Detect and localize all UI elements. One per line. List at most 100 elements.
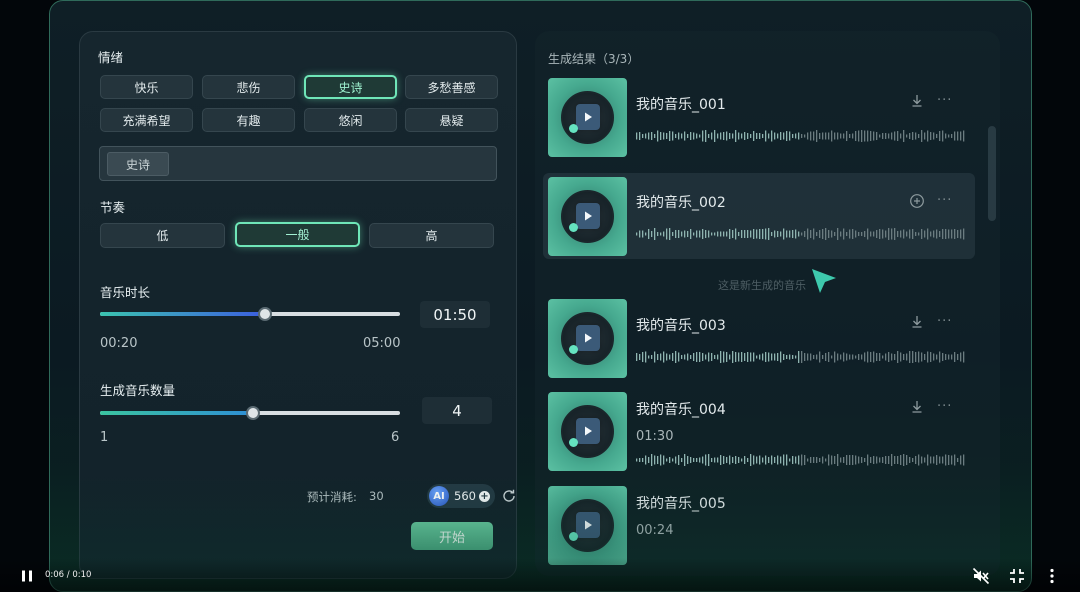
waveform-bar [789,230,791,238]
waveform-bar [960,229,962,239]
count-slider-thumb[interactable] [246,406,260,420]
selected-tags-box[interactable]: 史诗 [99,146,497,181]
waveform-bar [825,228,827,240]
play-icon[interactable] [576,418,600,444]
waveform-bar [816,354,818,360]
track-cover[interactable] [548,486,627,565]
waveform-bar [678,230,680,238]
waveform-bar [687,231,689,237]
play-icon[interactable] [576,512,600,538]
waveform-bar [720,351,722,363]
more-icon[interactable]: ··· [937,399,953,415]
credit-balance[interactable]: AI 560 + [427,484,495,508]
play-icon[interactable] [576,203,600,229]
play-icon[interactable] [576,325,600,351]
plus-circle-icon[interactable]: + [479,491,490,502]
mood-chip-2[interactable]: 史诗 [304,75,397,99]
waveform-bar [804,353,806,361]
waveform-bar [963,454,965,466]
waveform-bar [780,231,782,237]
track-cover[interactable] [548,299,627,378]
download-icon[interactable] [909,314,925,330]
track-item[interactable]: 我的音乐_001 ··· [548,78,978,158]
duration-slider-thumb[interactable] [258,307,272,321]
more-icon[interactable]: ··· [937,314,953,330]
start-button[interactable]: 开始 [411,522,493,550]
exit-fullscreen-icon[interactable] [1008,567,1026,585]
waveform-bar [762,229,764,239]
refresh-icon[interactable] [501,488,517,504]
waveform-bar [654,228,656,240]
waveform-bar [855,131,857,141]
waveform-bar [945,354,947,360]
waveform-bar [711,458,713,462]
waveform-bar [873,231,875,237]
waveform-bar [657,232,659,236]
duration-value-field[interactable]: 01:50 [420,301,490,328]
waveform-bar [747,458,749,462]
count-value-field[interactable]: 4 [422,397,492,424]
download-icon[interactable] [909,93,925,109]
track-item[interactable]: 我的音乐_003 ··· [548,299,978,379]
duration-slider[interactable] [100,307,400,321]
tempo-option-normal[interactable]: 一般 [235,222,360,247]
waveform-bar [951,134,953,138]
tempo-option-high[interactable]: 高 [369,223,494,248]
waveform-bar [945,133,947,139]
more-icon[interactable]: ··· [937,193,953,209]
results-scrollbar[interactable] [988,126,996,221]
waveform[interactable] [635,453,968,467]
waveform-bar [822,132,824,140]
mood-chip-1[interactable]: 悲伤 [202,75,295,99]
waveform[interactable] [635,227,968,241]
play-icon[interactable] [576,104,600,130]
waveform-bar [750,230,752,238]
track-item-new[interactable]: 我的音乐_002 ··· [543,173,975,259]
mute-icon[interactable] [972,567,990,585]
mood-chip-6[interactable]: 悠闲 [304,108,397,132]
more-icon[interactable]: ··· [937,93,953,109]
waveform-bar [936,229,938,239]
count-slider[interactable] [100,406,400,420]
waveform-bar [774,230,776,238]
waveform-bar [843,228,845,240]
waveform-bar [861,457,863,463]
track-item[interactable]: 我的音乐_004 01:30 ··· [548,392,978,472]
waveform-bar [813,131,815,141]
waveform[interactable] [635,129,968,143]
waveform[interactable] [635,350,968,364]
waveform-bar [807,228,809,240]
track-cover[interactable] [548,177,627,256]
selected-tag[interactable]: 史诗 [107,152,170,176]
waveform-bar [846,455,848,465]
download-icon[interactable] [909,399,925,415]
track-item[interactable]: 我的音乐_005 00:24 [548,486,978,566]
waveform-bar [894,456,896,464]
track-cover[interactable] [548,392,627,471]
waveform-bar [780,351,782,363]
tempo-option-low[interactable]: 低 [100,223,225,248]
waveform-bar [777,231,779,237]
add-circle-icon[interactable] [909,193,925,209]
waveform-bar [681,458,683,462]
waveform-bar [828,352,830,362]
mood-chip-5[interactable]: 有趣 [202,108,295,132]
waveform-bar [864,231,866,237]
mood-chip-0[interactable]: 快乐 [100,75,193,99]
waveform-bar [918,134,920,138]
waveform-bar [807,353,809,361]
waveform-bar [876,230,878,238]
mood-chip-3[interactable]: 多愁善感 [405,75,498,99]
more-vert-icon[interactable] [1045,567,1059,585]
track-cover[interactable] [548,78,627,157]
waveform-bar [768,133,770,139]
waveform-bar [849,134,851,138]
mood-chip-7[interactable]: 悬疑 [405,108,498,132]
waveform-bar [954,229,956,239]
waveform-bar [765,228,767,240]
mood-chip-4[interactable]: 充满希望 [100,108,193,132]
waveform-bar [723,132,725,140]
waveform-bar [828,230,830,238]
pause-icon[interactable] [20,569,34,583]
waveform-bar [723,231,725,237]
